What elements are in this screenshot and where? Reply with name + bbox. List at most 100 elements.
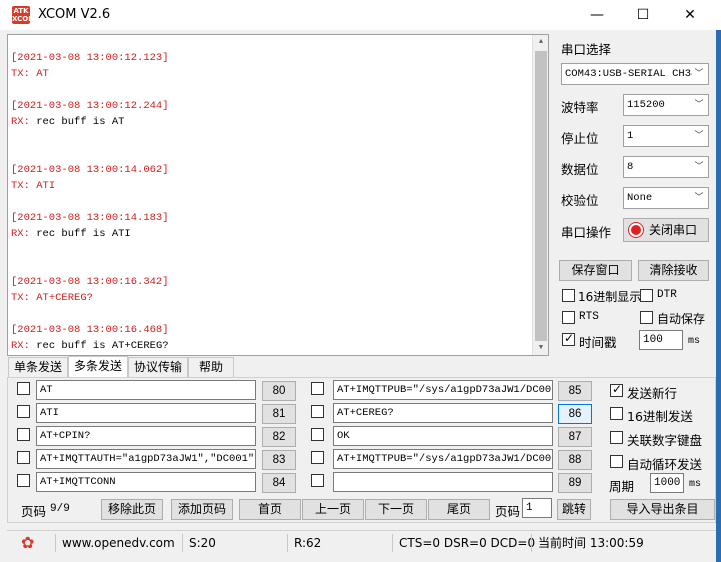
close-port-button[interactable]: 关闭串口 bbox=[623, 218, 709, 242]
receive-scrollbar[interactable]: ▲ ▼ bbox=[532, 35, 548, 355]
send-cmd-button[interactable]: 84 bbox=[262, 473, 296, 493]
port-operation-label: 串口操作 bbox=[561, 225, 612, 240]
cmd-checkbox[interactable] bbox=[311, 428, 324, 441]
log-entry: RX: rec buff is AT bbox=[11, 116, 125, 128]
send-cmd-button[interactable]: 87 bbox=[558, 427, 592, 447]
parity-select[interactable]: None ﹀ bbox=[623, 187, 709, 209]
save-window-button[interactable]: 保存窗口 bbox=[559, 260, 632, 281]
cmd-input[interactable]: ATI bbox=[36, 403, 256, 423]
multi-send-panel: AT 80 ATI 81 AT+CPIN? 82 AT+IMQTTAUTH="a… bbox=[7, 377, 716, 523]
cmd-input[interactable]: AT+CPIN? bbox=[36, 426, 256, 446]
log-entry: TX: AT bbox=[11, 68, 49, 80]
send-cmd-button[interactable]: 83 bbox=[262, 450, 296, 470]
cmd-checkbox[interactable] bbox=[17, 451, 30, 464]
hex-send-checkbox[interactable] bbox=[610, 407, 623, 420]
cmd-input[interactable]: AT+IMQTTCONN bbox=[36, 472, 256, 492]
timestamp-interval-input[interactable]: 100 bbox=[639, 330, 683, 350]
port-select[interactable]: COM43:USB-SERIAL CH34 ﹀ bbox=[561, 63, 709, 85]
log-timestamp: [2021-03-08 13:00:14.062] bbox=[11, 164, 169, 176]
timestamp-checkbox[interactable] bbox=[562, 331, 575, 346]
cmd-input[interactable] bbox=[333, 472, 553, 492]
close-window-button[interactable]: ✕ bbox=[667, 0, 713, 30]
send-cmd-button[interactable]: 86 bbox=[558, 404, 592, 424]
log-timestamp: [2021-03-08 13:00:14.183] bbox=[11, 212, 169, 224]
log-timestamp: [2021-03-08 13:00:12.244] bbox=[11, 100, 169, 112]
scroll-down-icon[interactable]: ▼ bbox=[533, 341, 548, 355]
add-page-button[interactable]: 添加页码 bbox=[171, 499, 233, 520]
import-export-button[interactable]: 导入导出条目 bbox=[610, 499, 715, 520]
website-link[interactable]: www.openedv.com bbox=[55, 534, 175, 552]
receive-area[interactable]: [2021-03-08 13:00:12.123] TX: AT [2021-0… bbox=[7, 34, 549, 356]
tab-multi-send[interactable]: 多条发送 bbox=[68, 356, 128, 377]
auto-save-checkbox[interactable] bbox=[640, 311, 653, 324]
cmd-checkbox[interactable] bbox=[311, 451, 324, 464]
send-cmd-button[interactable]: 80 bbox=[262, 381, 296, 401]
page-indicator: 9/9 bbox=[50, 503, 70, 515]
chevron-down-icon: ﹀ bbox=[692, 157, 706, 177]
cmd-input[interactable]: AT bbox=[36, 380, 256, 400]
rts-checkbox[interactable] bbox=[562, 311, 575, 324]
cmd-input[interactable]: OK bbox=[333, 426, 553, 446]
dtr-label: DTR bbox=[657, 289, 677, 301]
cmd-checkbox[interactable] bbox=[311, 405, 324, 418]
cmd-checkbox[interactable] bbox=[17, 405, 30, 418]
send-cmd-button[interactable]: 81 bbox=[262, 404, 296, 424]
jump-button[interactable]: 跳转 bbox=[557, 499, 591, 520]
status-bar: ✿ www.openedv.com S:20 R:62 CTS=0 DSR=0 … bbox=[7, 530, 716, 554]
send-cmd-button[interactable]: 88 bbox=[558, 450, 592, 470]
hex-display-checkbox[interactable] bbox=[562, 289, 575, 302]
period-input[interactable]: 1000 bbox=[650, 473, 684, 493]
stop-bits-select[interactable]: 1 ﹀ bbox=[623, 125, 709, 147]
log-timestamp: [2021-03-08 13:00:12.123] bbox=[11, 52, 169, 64]
cmd-input[interactable]: AT+CEREG? bbox=[333, 403, 553, 423]
goto-page-input[interactable]: 1 bbox=[522, 498, 552, 518]
send-cmd-button[interactable]: 85 bbox=[558, 381, 592, 401]
send-cmd-button[interactable]: 89 bbox=[558, 473, 592, 493]
background-window-edge bbox=[716, 30, 721, 562]
cmd-input[interactable]: AT+IMQTTPUB="/sys/a1gpD73aJW1/DC001/ bbox=[333, 449, 553, 469]
cmd-input[interactable]: AT+IMQTTAUTH="a1gpD73aJW1","DC001"," bbox=[36, 449, 256, 469]
tab-protocol[interactable]: 协议传输 bbox=[128, 357, 188, 377]
scroll-thumb[interactable] bbox=[535, 51, 547, 341]
current-time: 当前时间 13:00:59 bbox=[531, 534, 644, 552]
auto-save-label: 自动保存 bbox=[657, 312, 706, 326]
cmd-checkbox[interactable] bbox=[17, 474, 30, 487]
timestamp-label: 时间戳 bbox=[579, 335, 617, 350]
cmd-checkbox[interactable] bbox=[311, 382, 324, 395]
tab-help[interactable]: 帮助 bbox=[188, 357, 234, 377]
data-bits-select[interactable]: 8 ﹀ bbox=[623, 156, 709, 178]
chevron-down-icon: ﹀ bbox=[692, 64, 706, 84]
link-keyboard-label: 关联数字键盘 bbox=[627, 433, 703, 448]
last-page-button[interactable]: 尾页 bbox=[428, 499, 490, 520]
data-bits-label: 数据位 bbox=[561, 162, 599, 177]
send-cmd-button[interactable]: 82 bbox=[262, 427, 296, 447]
log-entry: RX: rec buff is ATI bbox=[11, 228, 131, 240]
prev-page-button[interactable]: 上一页 bbox=[302, 499, 364, 520]
baud-select[interactable]: 115200 ﹀ bbox=[623, 94, 709, 116]
minimize-button[interactable]: — bbox=[574, 0, 620, 30]
scroll-up-icon[interactable]: ▲ bbox=[533, 35, 548, 49]
log-entry: TX: AT+CEREG? bbox=[11, 292, 93, 304]
chevron-down-icon: ﹀ bbox=[692, 188, 706, 208]
auto-loop-checkbox[interactable] bbox=[610, 455, 623, 468]
send-newline-checkbox[interactable] bbox=[610, 382, 623, 397]
maximize-button[interactable]: ☐ bbox=[620, 0, 666, 30]
remove-page-button[interactable]: 移除此页 bbox=[101, 499, 163, 520]
clear-receive-button[interactable]: 清除接收 bbox=[638, 260, 709, 281]
cmd-checkbox[interactable] bbox=[17, 382, 30, 395]
cmd-checkbox[interactable] bbox=[17, 428, 30, 441]
send-newline-label: 发送新行 bbox=[627, 386, 678, 401]
sent-count: S:20 bbox=[182, 534, 216, 552]
dtr-checkbox[interactable] bbox=[640, 289, 653, 302]
stop-bits-label: 停止位 bbox=[561, 131, 599, 146]
title-bar: ATK XCOM XCOM V2.6 — ☐ ✕ bbox=[0, 0, 721, 30]
period-unit: ms bbox=[689, 479, 702, 490]
cmd-checkbox[interactable] bbox=[311, 474, 324, 487]
cmd-input[interactable]: AT+IMQTTPUB="/sys/a1gpD73aJW1/DC001/ bbox=[333, 380, 553, 400]
gear-icon[interactable]: ✿ bbox=[21, 533, 34, 552]
link-keyboard-checkbox[interactable] bbox=[610, 431, 623, 444]
tab-single-send[interactable]: 单条发送 bbox=[8, 357, 68, 377]
auto-loop-label: 自动循环发送 bbox=[627, 457, 703, 472]
next-page-button[interactable]: 下一页 bbox=[365, 499, 427, 520]
first-page-button[interactable]: 首页 bbox=[239, 499, 301, 520]
